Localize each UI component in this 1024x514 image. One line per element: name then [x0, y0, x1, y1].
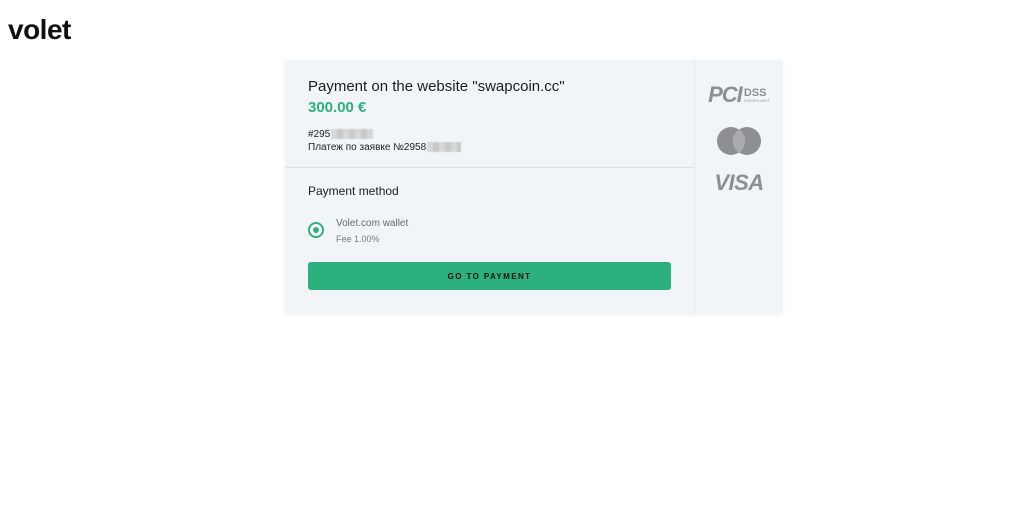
order-description-text: Платеж по заявке №2958	[308, 142, 427, 153]
pci-dss-text: DSS	[743, 86, 767, 99]
pci-dss-label: DSS COMPLIANT	[743, 86, 770, 103]
volet-logo[interactable]: volet	[8, 14, 71, 46]
wallet-radio-button[interactable]	[308, 222, 324, 238]
pci-compliant-text: COMPLIANT	[743, 97, 770, 103]
pci-mark: PCI	[708, 82, 743, 107]
payment-card: Payment on the website "swapcoin.cc" 300…	[285, 60, 783, 314]
go-to-payment-button[interactable]: GO TO PAYMENT	[308, 262, 671, 290]
order-id-text: #295	[308, 129, 331, 140]
wallet-method-name[interactable]: Volet.com wallet	[336, 218, 408, 229]
redacted-order-number	[427, 142, 462, 153]
section-divider	[285, 167, 694, 168]
payment-title: Payment on the website "swapcoin.cc"	[308, 78, 565, 95]
security-badges-panel: PCI DSS COMPLIANT VISA	[694, 60, 783, 314]
order-id: #295	[308, 129, 374, 140]
payment-method-heading: Payment method	[308, 184, 399, 198]
mastercard-icon	[717, 127, 761, 155]
visa-icon: VISA	[714, 170, 764, 195]
wallet-method-fee: Fee 1.00%	[336, 234, 380, 244]
payment-amount: 300.00 €	[308, 99, 367, 116]
order-description: Платеж по заявке №2958	[308, 142, 462, 153]
redacted-order-id	[331, 129, 374, 140]
pci-dss-icon: PCI DSS COMPLIANT	[708, 82, 770, 108]
payment-main-panel: Payment on the website "swapcoin.cc" 300…	[285, 60, 694, 314]
